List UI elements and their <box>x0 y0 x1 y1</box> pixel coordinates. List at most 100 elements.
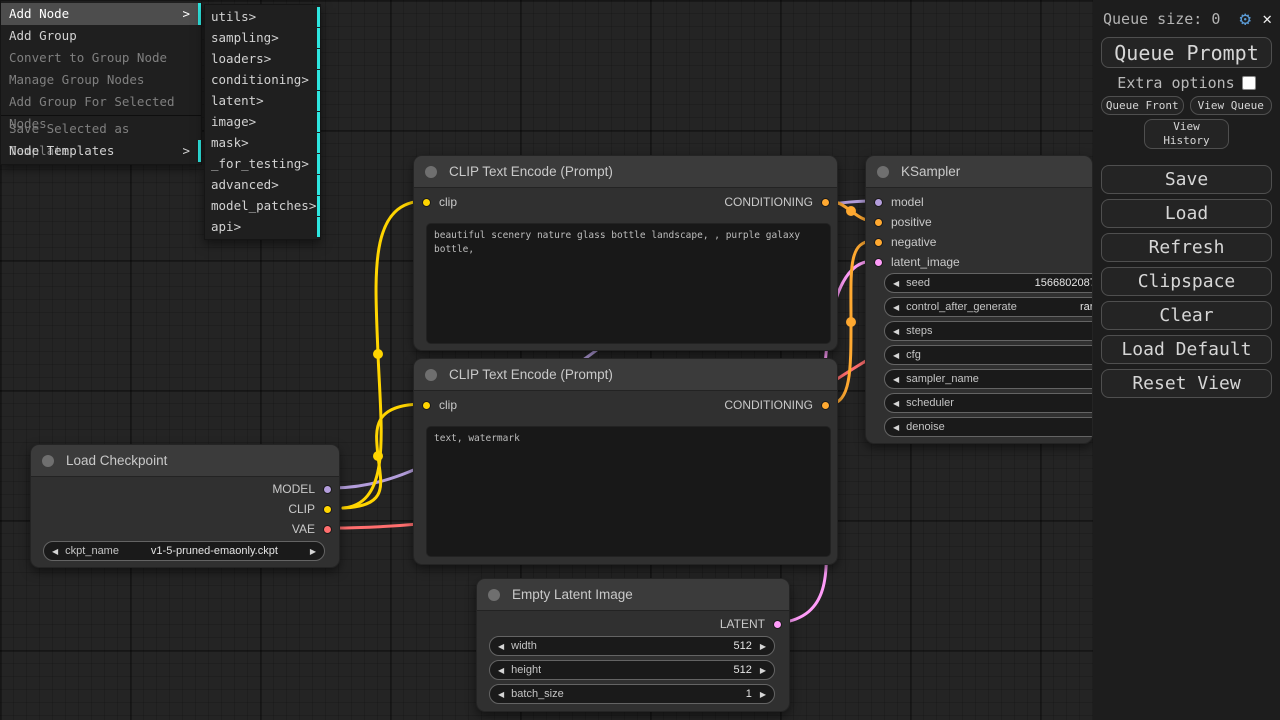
input-positive[interactable]: positive <box>874 214 932 230</box>
prompt-textarea[interactable]: beautiful scenery nature glass bottle la… <box>426 223 831 344</box>
refresh-button[interactable]: Refresh <box>1101 233 1272 262</box>
collapse-dot-icon[interactable] <box>877 166 889 178</box>
menu-item-label: api <box>211 217 234 237</box>
output-conditioning[interactable]: CONDITIONING <box>724 397 830 413</box>
batch-size-widget[interactable]: ◀ batch_size 1 ▶ <box>489 684 775 704</box>
input-latent-image[interactable]: latent_image <box>874 254 960 270</box>
cfg-widget[interactable]: ◀ cfg <box>884 345 1093 365</box>
input-clip[interactable]: clip <box>422 397 457 413</box>
ckpt-name-widget[interactable]: ◀ ckpt_name v1-5-pruned-emaonly.ckpt ▶ <box>43 541 325 561</box>
model-port-icon[interactable] <box>323 485 332 494</box>
arrow-left-icon[interactable]: ◀ <box>498 666 504 675</box>
arrow-left-icon[interactable]: ◀ <box>498 642 504 651</box>
node-ksampler[interactable]: KSampler model positive negative latent_… <box>865 155 1093 444</box>
widget-label: batch_size <box>511 688 564 700</box>
arrow-left-icon[interactable]: ◀ <box>893 327 899 336</box>
control-after-generate-widget[interactable]: ◀ control_after_generate ran ▶ <box>884 297 1093 317</box>
latent-port-icon[interactable] <box>874 258 883 267</box>
arrow-right-icon[interactable]: ▶ <box>760 666 766 675</box>
clear-button[interactable]: Clear <box>1101 301 1272 330</box>
conditioning-port-icon[interactable] <box>821 198 830 207</box>
output-model[interactable]: MODEL <box>272 481 332 497</box>
submenu-item-loaders[interactable]: loaders > <box>205 49 320 69</box>
clip-port-icon[interactable] <box>323 505 332 514</box>
seed-widget[interactable]: ◀ seed 1566802087 ▶ <box>884 273 1093 293</box>
arrow-left-icon[interactable]: ◀ <box>893 399 899 408</box>
arrow-left-icon[interactable]: ◀ <box>893 375 899 384</box>
submenu-item-conditioning[interactable]: conditioning > <box>205 70 320 90</box>
height-widget[interactable]: ◀ height 512 ▶ <box>489 660 775 680</box>
node-load-checkpoint[interactable]: Load Checkpoint MODEL CLIP VAE ◀ ckpt_na… <box>30 444 340 568</box>
conditioning-port-icon[interactable] <box>874 238 883 247</box>
clip-port-icon[interactable] <box>422 198 431 207</box>
submenu-item-api[interactable]: api > <box>205 217 320 237</box>
view-history-button[interactable]: View History <box>1144 119 1229 149</box>
widget-value: v1-5-pruned-emaonly.ckpt <box>151 545 278 557</box>
arrow-left-icon[interactable]: ◀ <box>893 279 899 288</box>
menu-item-add-group[interactable]: Add Group <box>1 25 201 47</box>
input-clip[interactable]: clip <box>422 194 457 210</box>
submenu-item-model-patches[interactable]: model_patches > <box>205 196 320 216</box>
arrow-left-icon[interactable]: ◀ <box>52 547 58 556</box>
submenu-item-latent[interactable]: latent > <box>205 91 320 111</box>
scheduler-widget[interactable]: ◀ scheduler <box>884 393 1093 413</box>
arrow-right-icon[interactable]: ▶ <box>760 690 766 699</box>
port-label: positive <box>891 215 932 229</box>
latent-port-icon[interactable] <box>773 620 782 629</box>
collapse-dot-icon[interactable] <box>488 589 500 601</box>
output-conditioning[interactable]: CONDITIONING <box>724 194 830 210</box>
reset-view-button[interactable]: Reset View <box>1101 369 1272 398</box>
clipspace-button[interactable]: Clipspace <box>1101 267 1272 296</box>
submenu-item-utils[interactable]: utils > <box>205 7 320 27</box>
node-clip-text-encode-negative[interactable]: CLIP Text Encode (Prompt) clip CONDITION… <box>413 358 838 565</box>
settings-gear-icon[interactable]: ⚙ <box>1240 9 1251 29</box>
save-button[interactable]: Save <box>1101 165 1272 194</box>
submenu-arrow-icon: > <box>271 28 279 48</box>
menu-item-add-group-for-selected-nodes: Add Group For Selected Nodes <box>1 91 201 113</box>
steps-widget[interactable]: ◀ steps <box>884 321 1093 341</box>
sampler-name-widget[interactable]: ◀ sampler_name <box>884 369 1093 389</box>
output-vae[interactable]: VAE <box>292 521 332 537</box>
output-latent[interactable]: LATENT <box>720 616 782 632</box>
menu-item-label: Node Templates <box>9 140 182 162</box>
submenu-arrow-icon: > <box>264 49 272 69</box>
clip-port-icon[interactable] <box>422 401 431 410</box>
load-button[interactable]: Load <box>1101 199 1272 228</box>
collapse-dot-icon[interactable] <box>42 455 54 467</box>
submenu-item-for-testing[interactable]: _for_testing > <box>205 154 320 174</box>
width-widget[interactable]: ◀ width 512 ▶ <box>489 636 775 656</box>
conditioning-port-icon[interactable] <box>874 218 883 227</box>
submenu-item-mask[interactable]: mask > <box>205 133 320 153</box>
submenu-item-image[interactable]: image > <box>205 112 320 132</box>
input-negative[interactable]: negative <box>874 234 936 250</box>
arrow-right-icon[interactable]: ▶ <box>310 547 316 556</box>
collapse-dot-icon[interactable] <box>425 166 437 178</box>
queue-prompt-button[interactable]: Queue Prompt <box>1101 37 1272 68</box>
arrow-left-icon[interactable]: ◀ <box>893 423 899 432</box>
prompt-textarea[interactable]: text, watermark <box>426 426 831 557</box>
menu-item-label: sampling <box>211 28 271 48</box>
close-icon[interactable]: ✕ <box>1262 9 1272 29</box>
queue-front-button[interactable]: Queue Front <box>1101 96 1184 115</box>
submenu-item-advanced[interactable]: advanced > <box>205 175 320 195</box>
menu-item-node-templates[interactable]: Node Templates > <box>1 140 201 162</box>
arrow-right-icon[interactable]: ▶ <box>760 642 766 651</box>
model-port-icon[interactable] <box>874 198 883 207</box>
widget-label: height <box>511 664 541 676</box>
input-model[interactable]: model <box>874 194 924 210</box>
extra-options-checkbox[interactable] <box>1242 76 1256 90</box>
collapse-dot-icon[interactable] <box>425 369 437 381</box>
node-clip-text-encode-positive[interactable]: CLIP Text Encode (Prompt) clip CONDITION… <box>413 155 838 351</box>
view-queue-button[interactable]: View Queue <box>1190 96 1273 115</box>
arrow-left-icon[interactable]: ◀ <box>893 351 899 360</box>
load-default-button[interactable]: Load Default <box>1101 335 1272 364</box>
conditioning-port-icon[interactable] <box>821 401 830 410</box>
arrow-left-icon[interactable]: ◀ <box>498 690 504 699</box>
submenu-item-sampling[interactable]: sampling > <box>205 28 320 48</box>
output-clip[interactable]: CLIP <box>288 501 332 517</box>
vae-port-icon[interactable] <box>323 525 332 534</box>
arrow-left-icon[interactable]: ◀ <box>893 303 899 312</box>
denoise-widget[interactable]: ◀ denoise <box>884 417 1093 437</box>
node-empty-latent-image[interactable]: Empty Latent Image LATENT ◀ width 512 ▶ … <box>476 578 790 712</box>
menu-item-add-node[interactable]: Add Node > <box>1 3 201 25</box>
